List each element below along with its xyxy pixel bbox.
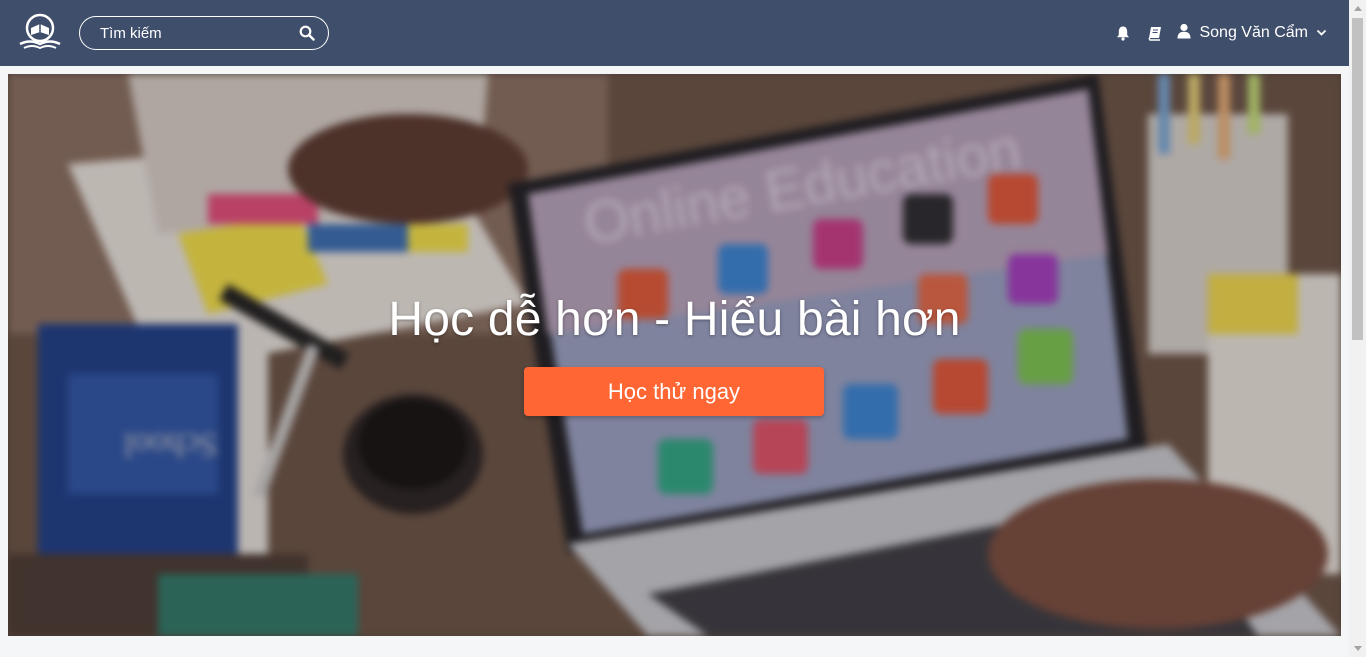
top-navbar: Song Văn Cẩm: [0, 0, 1349, 66]
chevron-down-icon[interactable]: [1316, 24, 1327, 42]
hero-title: Học dễ hơn - Hiểu bài hơn: [388, 293, 961, 346]
header-tools: Song Văn Cẩm: [1107, 0, 1327, 66]
user-name: Song Văn Cẩm: [1199, 24, 1308, 41]
scroll-up-arrow-icon[interactable]: [1349, 0, 1366, 17]
scrollbar-thumb[interactable]: [1352, 18, 1363, 340]
search-box: [79, 16, 329, 50]
book-icon[interactable]: [1139, 17, 1171, 49]
hero-overlay: [8, 74, 1341, 636]
hero-banner: Online Education School Học dễ hơn - Hiể…: [8, 74, 1341, 636]
site-logo-icon[interactable]: [16, 11, 64, 53]
scroll-down-arrow-icon[interactable]: [1349, 640, 1366, 657]
search-input[interactable]: [100, 24, 299, 42]
page-scrollbar[interactable]: [1349, 0, 1366, 657]
user-icon: [1177, 23, 1191, 44]
try-now-button[interactable]: Học thử ngay: [524, 367, 824, 416]
search-icon[interactable]: [299, 24, 315, 42]
user-menu[interactable]: Song Văn Cẩm: [1177, 23, 1327, 44]
bell-icon[interactable]: [1107, 17, 1139, 49]
